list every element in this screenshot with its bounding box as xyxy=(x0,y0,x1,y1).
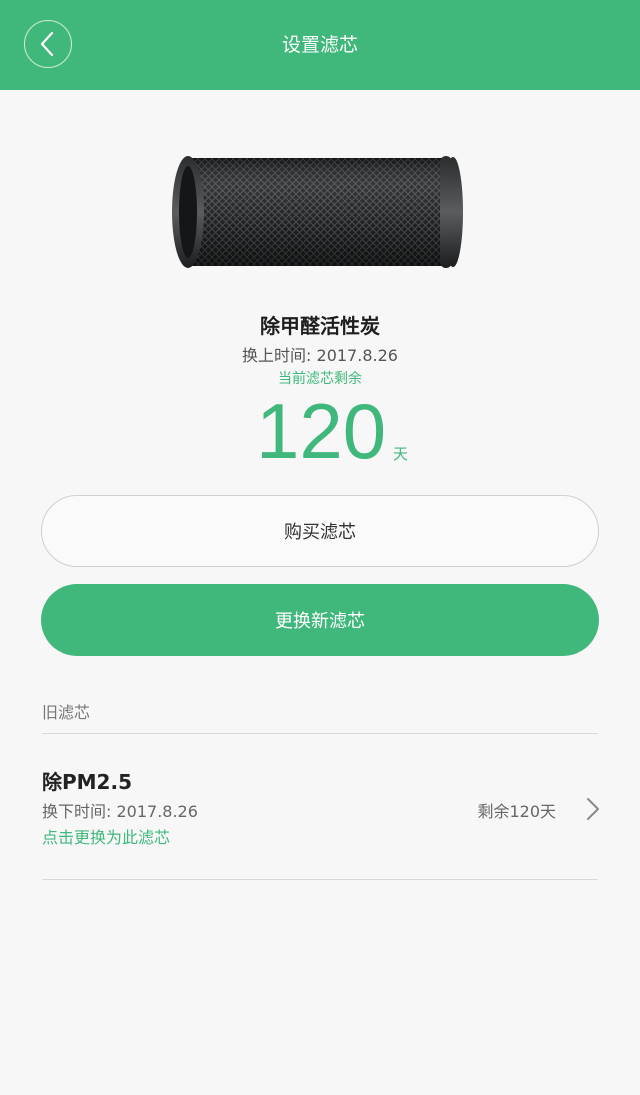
page-title: 设置滤芯 xyxy=(281,34,358,56)
remaining-days: 120 xyxy=(256,387,387,475)
filter-name: 除甲醛活性炭 xyxy=(260,314,380,338)
installed-time: 换上时间: 2017.8.26 xyxy=(242,346,398,365)
chevron-right-icon[interactable] xyxy=(584,796,602,822)
days-unit: 天 xyxy=(393,445,409,463)
old-filter-item[interactable]: 除PM2.5 换下时间: 2017.8.26 点击更换为此滤芯 剩余120天 xyxy=(0,734,640,879)
divider xyxy=(42,879,598,880)
old-filter-name: 除PM2.5 xyxy=(42,770,132,794)
remaining-label: 当前滤芯剩余 xyxy=(278,371,362,387)
buy-filter-button[interactable]: 购买滤芯 xyxy=(41,495,599,567)
old-filters-title: 旧滤芯 xyxy=(42,703,91,722)
filter-cartridge-image xyxy=(172,156,463,268)
switch-to-filter-link[interactable]: 点击更换为此滤芯 xyxy=(42,824,170,848)
removed-time: 换下时间: 2017.8.26 xyxy=(42,802,198,821)
old-filter-remaining: 剩余120天 xyxy=(477,802,556,821)
top-bar: 设置滤芯 xyxy=(0,0,640,90)
replace-filter-button[interactable]: 更换新滤芯 xyxy=(41,584,599,656)
